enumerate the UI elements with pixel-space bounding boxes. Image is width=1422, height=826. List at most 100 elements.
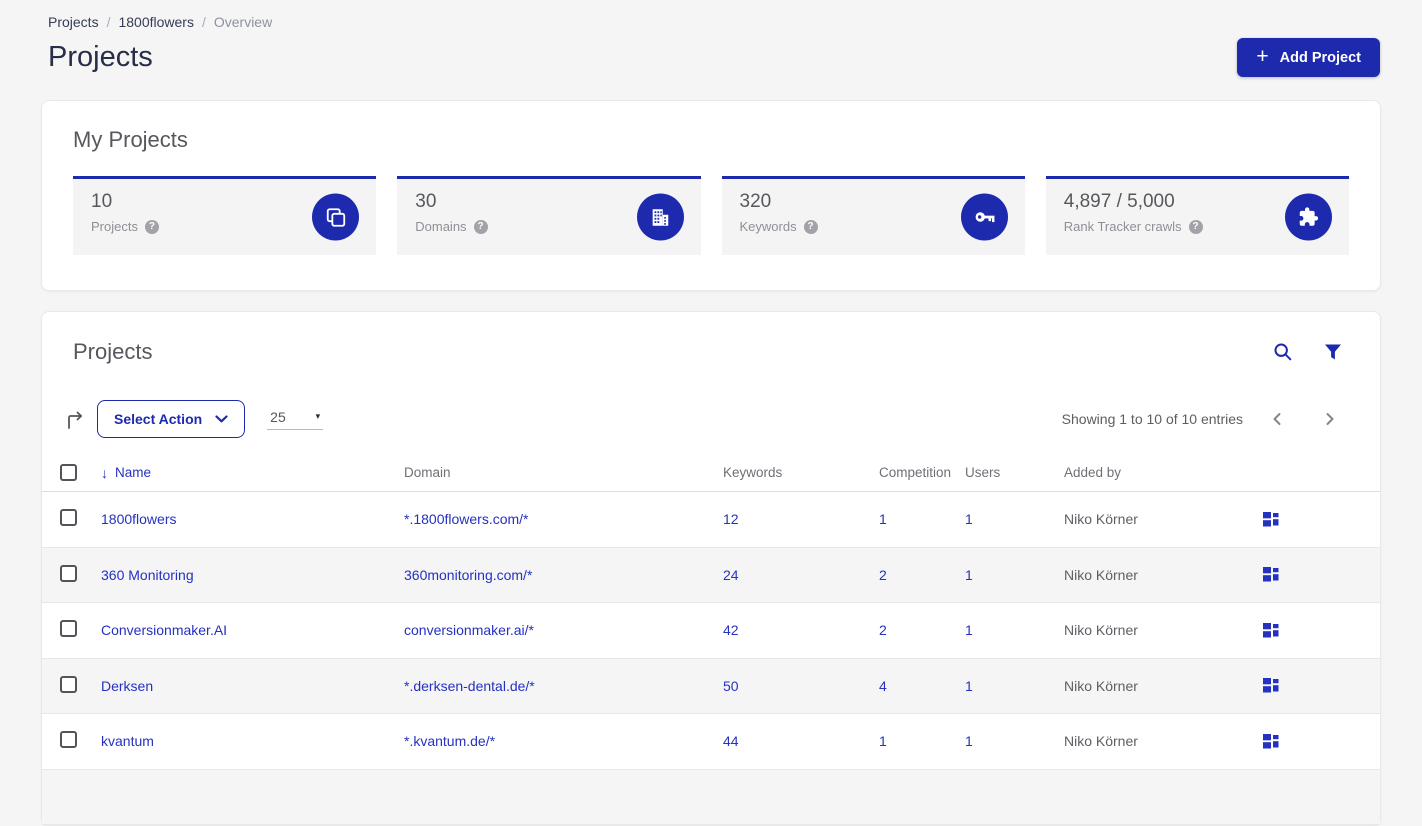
breadcrumb: Projects / 1800flowers / Overview: [48, 14, 1380, 30]
project-domain-link[interactable]: 360monitoring.com/*: [404, 567, 723, 583]
competition-count: 1: [879, 733, 887, 750]
project-domain-link[interactable]: *.derksen-dental.de/*: [404, 678, 723, 694]
table-row: 1800flowers *.1800flowers.com/* 12 1 1 N…: [42, 492, 1380, 548]
help-icon[interactable]: ?: [144, 219, 159, 234]
users-count: 1: [965, 566, 973, 583]
top-bar: Projects / 1800flowers / Overview Projec…: [0, 0, 1422, 77]
project-domain-link[interactable]: conversionmaker.ai/*: [404, 622, 723, 638]
keywords-count: 42: [723, 622, 739, 639]
project-domain-link[interactable]: *.kvantum.de/*: [404, 733, 723, 749]
dashboard-grid-icon[interactable]: [1263, 733, 1279, 749]
table-row: Conversionmaker.AI conversionmaker.ai/* …: [42, 603, 1380, 659]
filter-icon[interactable]: [1324, 343, 1342, 361]
page-size-select[interactable]: 25 ▾: [267, 408, 324, 430]
projects-card-title: Projects: [73, 339, 153, 364]
row-checkbox[interactable]: [60, 564, 77, 582]
project-name-link[interactable]: Conversionmaker.AI: [101, 622, 404, 638]
competition-count: 4: [879, 677, 887, 694]
table-row: 360 Monitoring 360monitoring.com/* 24 2 …: [42, 547, 1380, 603]
breadcrumb-projects[interactable]: Projects: [48, 14, 99, 30]
help-icon[interactable]: ?: [473, 219, 488, 234]
table-toolbar: Select Action 25 ▾ Showing 1 to 10 of 10…: [42, 400, 1380, 438]
project-name-link[interactable]: Derksen: [101, 678, 404, 694]
select-all-checkbox[interactable]: [60, 463, 77, 481]
competition-count: 1: [879, 511, 887, 528]
table-header-row: ↓ Name Domain Keywords Competition Users…: [42, 454, 1380, 492]
stat-crawls-label: Rank Tracker crawls: [1063, 219, 1182, 234]
dashboard-grid-icon[interactable]: [1263, 567, 1279, 582]
project-name-link[interactable]: 360 Monitoring: [101, 567, 404, 583]
column-header-keywords[interactable]: Keywords: [723, 465, 879, 480]
plus-icon: +: [1256, 45, 1269, 68]
added-by-name: Niko Körner: [1064, 677, 1138, 694]
stat-projects-label: Projects: [91, 219, 138, 234]
help-icon[interactable]: ?: [803, 219, 818, 234]
puzzle-icon: [1285, 193, 1332, 241]
showing-entries-text: Showing 1 to 10 of 10 entries: [1061, 411, 1243, 427]
stat-domains: 30 Domains ?: [397, 176, 701, 255]
breadcrumb-separator: /: [201, 14, 206, 30]
column-header-competition[interactable]: Competition: [879, 465, 965, 480]
page-title: Projects: [48, 41, 153, 73]
dashboard-grid-icon[interactable]: [1263, 678, 1279, 693]
keywords-count: 44: [723, 733, 739, 750]
keywords-count: 50: [723, 677, 739, 694]
chevron-down-icon: [215, 415, 228, 423]
search-icon[interactable]: [1273, 342, 1293, 362]
help-icon[interactable]: ?: [1188, 219, 1203, 234]
table-row: kvantum *.kvantum.de/* 44 1 1 Niko Körne…: [42, 714, 1380, 770]
keywords-count: 24: [723, 566, 739, 583]
users-count: 1: [965, 622, 973, 639]
stat-keywords-label: Keywords: [739, 219, 797, 234]
users-count: 1: [965, 677, 973, 694]
breadcrumb-separator: /: [106, 14, 111, 30]
table-row: [42, 769, 1380, 825]
stats-row: 10 Projects ? 30 Domains ? 320 Keywords …: [73, 176, 1349, 255]
projects-table-card: Projects Select Action 25 ▾ Showing 1 to…: [41, 311, 1381, 826]
breadcrumb-overview: Overview: [213, 14, 273, 30]
projects-table: ↓ Name Domain Keywords Competition Users…: [42, 454, 1380, 825]
add-project-label: Add Project: [1279, 49, 1361, 66]
stat-keywords: 320 Keywords ?: [721, 176, 1025, 255]
row-checkbox[interactable]: [60, 509, 77, 527]
add-project-button[interactable]: + Add Project: [1237, 38, 1380, 77]
stat-domains-label: Domains: [415, 219, 467, 234]
row-checkbox[interactable]: [60, 620, 77, 638]
page-size-value: 25: [270, 408, 286, 425]
stat-rank-tracker-crawls: 4,897 / 5,000 Rank Tracker crawls ?: [1045, 176, 1349, 255]
sort-desc-icon: ↓: [101, 464, 108, 481]
competition-count: 2: [879, 622, 887, 639]
project-name-link[interactable]: 1800flowers: [101, 511, 404, 527]
table-row: Derksen *.derksen-dental.de/* 50 4 1 Nik…: [42, 658, 1380, 714]
dashboard-grid-icon[interactable]: [1263, 511, 1279, 527]
breadcrumb-1800flowers[interactable]: 1800flowers: [118, 14, 194, 30]
added-by-name: Niko Körner: [1064, 511, 1138, 528]
key-icon: [960, 193, 1008, 241]
project-name-link[interactable]: kvantum: [101, 733, 404, 749]
column-header-name[interactable]: ↓ Name: [101, 465, 404, 481]
select-action-label: Select Action: [114, 411, 203, 427]
added-by-name: Niko Körner: [1064, 733, 1138, 750]
added-by-name: Niko Körner: [1064, 566, 1138, 583]
column-header-users[interactable]: Users: [965, 465, 1064, 480]
column-header-added-by[interactable]: Added by: [1064, 465, 1263, 480]
my-projects-title: My Projects: [73, 127, 188, 152]
pagination: [1269, 410, 1338, 428]
prev-page-icon[interactable]: [1269, 410, 1285, 428]
stat-projects: 10 Projects ?: [73, 176, 377, 255]
my-projects-card: My Projects 10 Projects ? 30 Domains ? 3…: [41, 100, 1381, 291]
keywords-count: 12: [723, 511, 739, 528]
row-checkbox[interactable]: [60, 731, 77, 749]
export-icon[interactable]: [66, 411, 86, 430]
projects-copy-icon: [312, 193, 360, 241]
column-header-domain[interactable]: Domain: [404, 465, 723, 480]
users-count: 1: [965, 511, 973, 528]
building-icon: [636, 193, 684, 241]
select-action-button[interactable]: Select Action: [97, 400, 246, 438]
caret-down-icon: ▾: [315, 411, 321, 421]
project-domain-link[interactable]: *.1800flowers.com/*: [404, 511, 723, 527]
dashboard-grid-icon[interactable]: [1263, 622, 1279, 638]
next-page-icon[interactable]: [1322, 410, 1338, 428]
row-checkbox[interactable]: [60, 675, 77, 693]
users-count: 1: [965, 733, 973, 750]
